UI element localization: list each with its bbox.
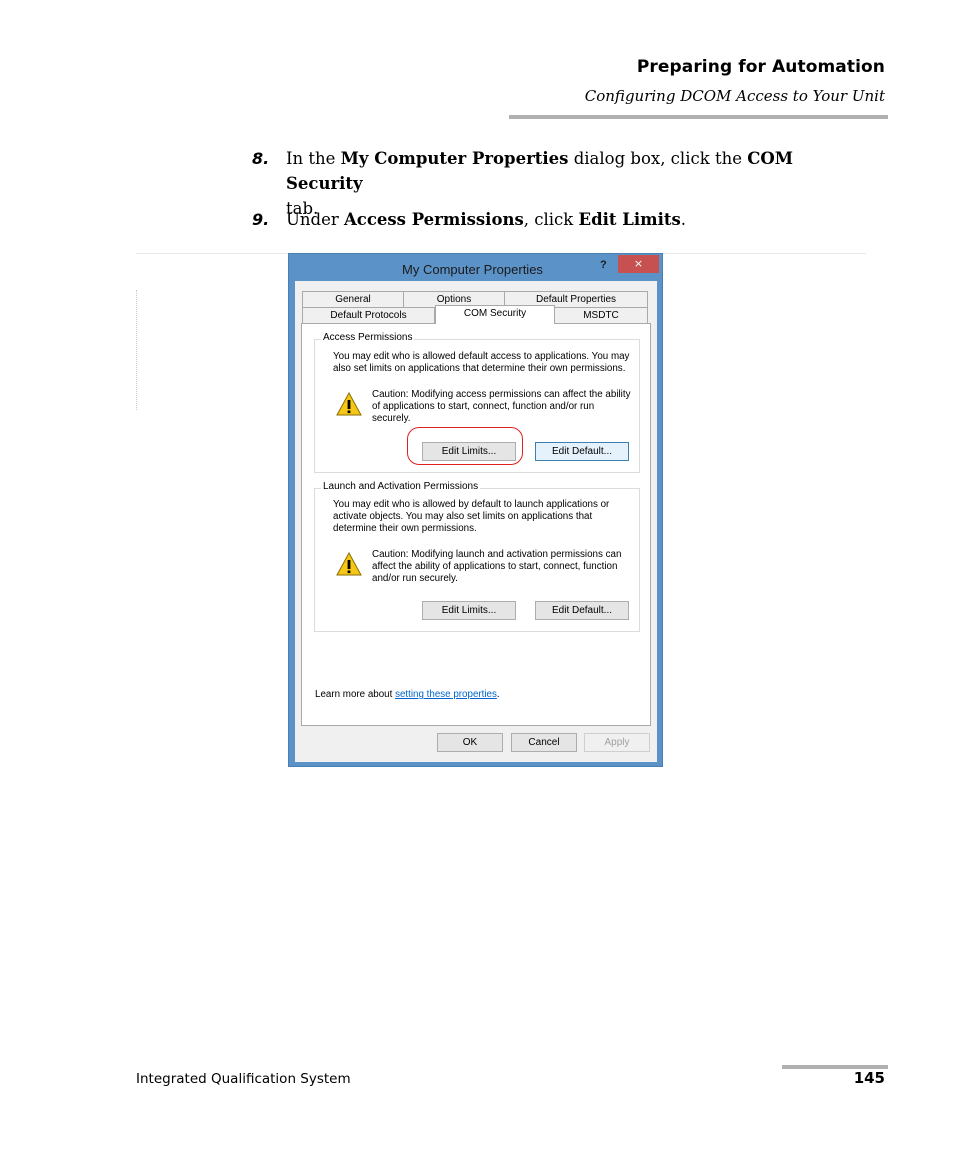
close-button[interactable]: × <box>618 255 659 273</box>
setting-properties-link[interactable]: setting these properties <box>395 689 497 700</box>
highlight-circle <box>407 427 523 465</box>
apply-button[interactable]: Apply <box>584 733 650 752</box>
screenshot-left-edge <box>136 290 137 410</box>
step-text: Under Access Permissions, click Edit Lim… <box>286 210 687 229</box>
access-permissions-label: Access Permissions <box>321 332 415 343</box>
access-caution: Caution: Modifying access permissions ca… <box>372 389 631 424</box>
step-number: 8. <box>252 149 270 168</box>
page-number: 145 <box>853 1069 885 1087</box>
cancel-button[interactable]: Cancel <box>511 733 577 752</box>
com-security-panel: Access Permissions You may edit who is a… <box>301 323 651 726</box>
dialog-client: General Options Default Properties Defau… <box>295 281 657 762</box>
ok-button[interactable]: OK <box>437 733 503 752</box>
launch-permissions-label: Launch and Activation Permissions <box>321 481 481 492</box>
launch-permissions-group: Launch and Activation Permissions You ma… <box>314 481 640 632</box>
help-button[interactable]: ? <box>600 259 607 271</box>
dialog-title: My Computer Properties <box>402 262 543 277</box>
launch-edit-limits-button[interactable]: Edit Limits... <box>422 601 516 620</box>
tab-default-protocols[interactable]: Default Protocols <box>302 307 435 324</box>
launch-edit-default-button[interactable]: Edit Default... <box>535 601 629 620</box>
step-9: 9. Under Access Permissions, click Edit … <box>252 207 872 232</box>
tab-general[interactable]: General <box>302 291 404 308</box>
warning-icon <box>336 552 362 576</box>
header-subtitle: Configuring DCOM Access to Your Unit <box>584 87 885 105</box>
step-number: 9. <box>252 210 270 229</box>
launch-caution: Caution: Modifying launch and activation… <box>372 549 622 584</box>
tab-com-security[interactable]: COM Security <box>435 305 555 324</box>
launch-description: You may edit who is allowed by default t… <box>333 499 610 534</box>
learn-more-text: Learn more about setting these propertie… <box>315 689 500 700</box>
warning-icon <box>336 392 362 416</box>
header-rule <box>509 115 888 119</box>
tab-msdtc[interactable]: MSDTC <box>554 307 648 324</box>
access-description: You may edit who is allowed default acce… <box>333 351 630 374</box>
header-title: Preparing for Automation <box>636 57 885 77</box>
my-computer-properties-dialog: My Computer Properties ? × General Optio… <box>288 253 663 767</box>
edit-default-button[interactable]: Edit Default... <box>535 442 629 461</box>
footer-title: Integrated Qualification System <box>136 1071 351 1087</box>
